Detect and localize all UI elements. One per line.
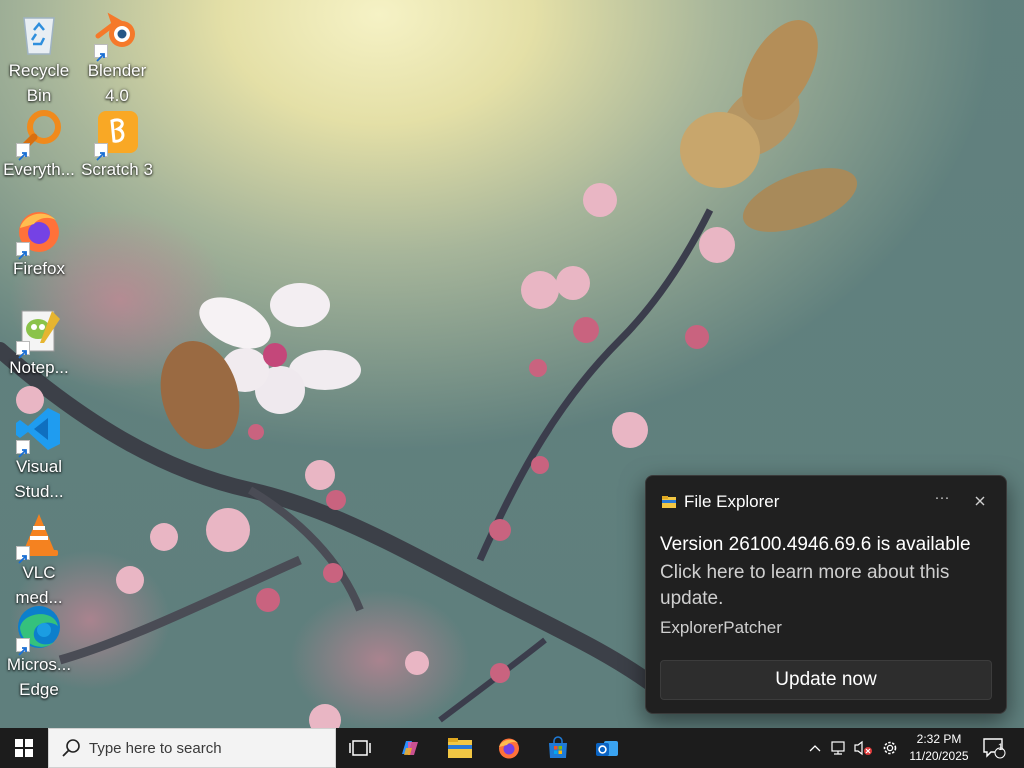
outlook-icon <box>596 741 618 756</box>
more-options-button[interactable]: ··· <box>930 488 954 512</box>
network-icon <box>831 741 845 755</box>
desktop-icon-label: Everyth... <box>3 160 75 179</box>
taskbar-clock[interactable]: 2:32 PM 11/20/2025 <box>904 731 974 765</box>
toast-body[interactable]: Click here to learn more about this upda… <box>660 560 980 612</box>
network-status[interactable] <box>828 728 850 768</box>
shortcut-arrow-icon <box>16 341 30 359</box>
settings-tray-button[interactable] <box>879 728 901 768</box>
firefox-taskbar-button[interactable] <box>489 728 529 768</box>
update-now-button[interactable]: Update now <box>660 660 992 700</box>
copilot-button[interactable] <box>390 728 430 768</box>
volume-muted-icon <box>854 740 872 756</box>
shortcut-arrow-icon <box>16 440 30 458</box>
desktop-icon-edge[interactable]: Micros... Edge <box>0 596 78 702</box>
search-placeholder: Type here to search <box>89 739 222 757</box>
recycle-bin-icon <box>23 17 55 55</box>
toast-attribution: ExplorerPatcher <box>660 618 782 637</box>
desktop-icon-scratch[interactable]: Scratch 3 <box>78 101 156 182</box>
file-explorer-icon <box>448 738 472 758</box>
desktop-icon-notepad-plus-plus[interactable]: Notep... <box>0 299 78 380</box>
microsoft-store-icon <box>549 736 567 758</box>
microsoft-store-button[interactable] <box>538 728 578 768</box>
notification-toast[interactable]: File Explorer ··· Version 26100.4946.69.… <box>645 475 1007 714</box>
desktop-icon-recycle-bin[interactable]: Recycle Bin <box>0 2 78 108</box>
clock-date: 11/20/2025 <box>909 749 969 763</box>
shortcut-arrow-icon <box>94 44 108 62</box>
desktop-icon-label: Scratch 3 <box>81 160 153 179</box>
desktop-icon-label: Notep... <box>9 358 69 377</box>
file-explorer-icon <box>662 496 676 508</box>
outlook-button[interactable] <box>587 728 627 768</box>
toast-title: Version 26100.4946.69.6 is available <box>660 534 971 555</box>
notification-count-badge: 1 <box>998 742 1004 752</box>
desktop-icon-everything[interactable]: Everyth... <box>0 101 78 182</box>
desktop-icon-blender[interactable]: Blender 4.0 <box>78 2 156 108</box>
close-button[interactable] <box>968 489 992 513</box>
taskbar: Type here to search 2:32 PM 11/20/2025 1 <box>0 728 1024 768</box>
close-icon <box>975 496 985 506</box>
desktop-icon-vscode[interactable]: Visual Stud... <box>0 398 78 504</box>
shortcut-arrow-icon <box>94 143 108 161</box>
file-explorer-button[interactable] <box>440 728 480 768</box>
start-button[interactable] <box>0 728 48 768</box>
notification-center-button[interactable]: 1 <box>978 728 1010 768</box>
firefox-icon <box>499 738 519 759</box>
desktop-icon-firefox[interactable]: Firefox <box>0 200 78 281</box>
chevron-up-icon <box>809 745 821 752</box>
shortcut-arrow-icon <box>16 546 30 564</box>
show-hidden-icons-button[interactable] <box>806 728 824 768</box>
shortcut-arrow-icon <box>16 242 30 260</box>
shortcut-arrow-icon <box>16 638 30 656</box>
toast-app-name: File Explorer <box>684 492 780 511</box>
shortcut-arrow-icon <box>16 143 30 161</box>
desktop-icon-label: Visual Stud... <box>14 457 64 501</box>
search-icon <box>62 739 80 757</box>
gear-icon <box>883 741 897 755</box>
volume-status[interactable] <box>852 728 874 768</box>
task-view-button[interactable] <box>340 728 380 768</box>
task-view-icon <box>349 740 371 756</box>
desktop-icon-label: Micros... Edge <box>6 655 72 699</box>
clock-time: 2:32 PM <box>916 732 962 746</box>
taskbar-search-box[interactable]: Type here to search <box>48 728 336 768</box>
copilot-icon <box>402 741 418 755</box>
toast-header: File Explorer <box>662 492 779 512</box>
desktop-icon-label: Firefox <box>13 259 65 278</box>
windows-logo-icon <box>15 739 33 757</box>
desktop-icon-vlc[interactable]: VLC med... <box>0 504 78 610</box>
